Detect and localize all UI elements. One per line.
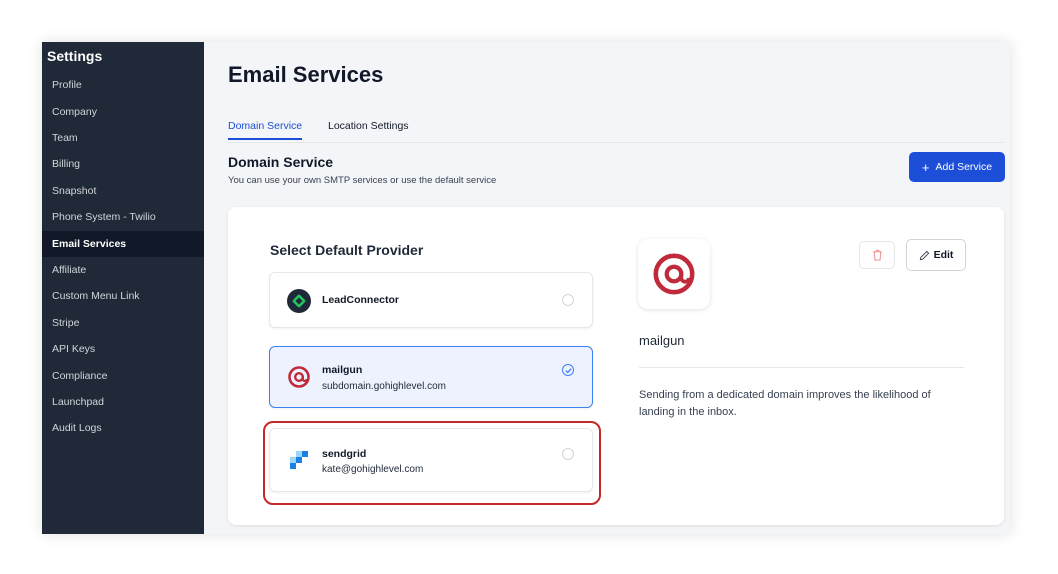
sidebar-item-phone-system[interactable]: Phone System - Twilio xyxy=(42,204,204,230)
plus-icon: + xyxy=(921,159,930,175)
sidebar-item-affiliate[interactable]: Affiliate xyxy=(42,257,204,283)
mailgun-logo-icon xyxy=(287,365,311,394)
sidebar-item-email-services[interactable]: Email Services xyxy=(42,231,204,257)
main-content: Email Services Domain Service Location S… xyxy=(204,42,1010,534)
sidebar-item-api-keys[interactable]: API Keys xyxy=(42,336,204,362)
section-subtitle: You can use your own SMTP services or us… xyxy=(228,175,497,186)
section-title: Domain Service xyxy=(228,154,334,170)
sidebar-item-launchpad[interactable]: Launchpad xyxy=(42,389,204,415)
provider-option-mailgun[interactable]: mailgun subdomain.gohighlevel.com xyxy=(269,346,593,408)
add-service-label: Add Service xyxy=(935,161,993,173)
trash-icon xyxy=(872,249,882,261)
app-window: Settings Profile Company Team Billing Sn… xyxy=(42,42,1010,534)
add-service-button[interactable]: + Add Service xyxy=(909,152,1005,182)
provider-name: sendgrid xyxy=(322,448,367,460)
provider-name: LeadConnector xyxy=(322,294,400,306)
mailgun-large-icon xyxy=(653,253,695,295)
sidebar-item-stripe[interactable]: Stripe xyxy=(42,310,204,336)
pencil-icon xyxy=(919,250,929,260)
sidebar-item-custom-menu-link[interactable]: Custom Menu Link xyxy=(42,283,204,309)
select-provider-title: Select Default Provider xyxy=(270,242,424,258)
sidebar-item-billing[interactable]: Billing xyxy=(42,151,204,177)
provider-subtitle: subdomain.gohighlevel.com xyxy=(322,381,446,392)
sendgrid-logo-icon xyxy=(290,451,308,474)
provider-radio-checked[interactable] xyxy=(562,364,574,376)
provider-radio[interactable] xyxy=(562,294,574,306)
tab-bar: Domain Service Location Settings xyxy=(228,120,1004,143)
provider-radio[interactable] xyxy=(562,448,574,460)
provider-card: Select Default Provider LeadConnector ma… xyxy=(228,207,1004,525)
check-icon xyxy=(564,367,572,373)
edit-button[interactable]: Edit xyxy=(906,239,966,271)
sidebar-item-profile[interactable]: Profile xyxy=(42,72,204,98)
delete-button[interactable] xyxy=(859,241,895,269)
sidebar-item-audit-logs[interactable]: Audit Logs xyxy=(42,415,204,441)
tab-domain-service[interactable]: Domain Service xyxy=(228,120,303,140)
selected-provider-logo xyxy=(638,239,710,309)
sidebar-item-compliance[interactable]: Compliance xyxy=(42,363,204,389)
sidebar-title: Settings xyxy=(47,48,103,64)
page-title: Email Services xyxy=(228,62,384,87)
sidebar-item-snapshot[interactable]: Snapshot xyxy=(42,178,204,204)
sidebar-item-team[interactable]: Team xyxy=(42,125,204,151)
sidebar-item-company[interactable]: Company xyxy=(42,99,204,125)
provider-description: Sending from a dedicated domain improves… xyxy=(639,389,931,418)
provider-option-sendgrid[interactable]: sendgrid kate@gohighlevel.com xyxy=(269,428,593,492)
settings-sidebar: Settings Profile Company Team Billing Sn… xyxy=(42,42,204,534)
leadconnector-logo-icon xyxy=(287,289,311,313)
provider-option-leadconnector[interactable]: LeadConnector xyxy=(269,272,593,328)
selected-provider-name: mailgun xyxy=(639,333,685,348)
edit-label: Edit xyxy=(933,249,954,261)
tab-location-settings[interactable]: Location Settings xyxy=(328,120,409,138)
divider xyxy=(639,367,964,368)
provider-subtitle: kate@gohighlevel.com xyxy=(322,464,424,475)
provider-name: mailgun xyxy=(322,364,363,376)
